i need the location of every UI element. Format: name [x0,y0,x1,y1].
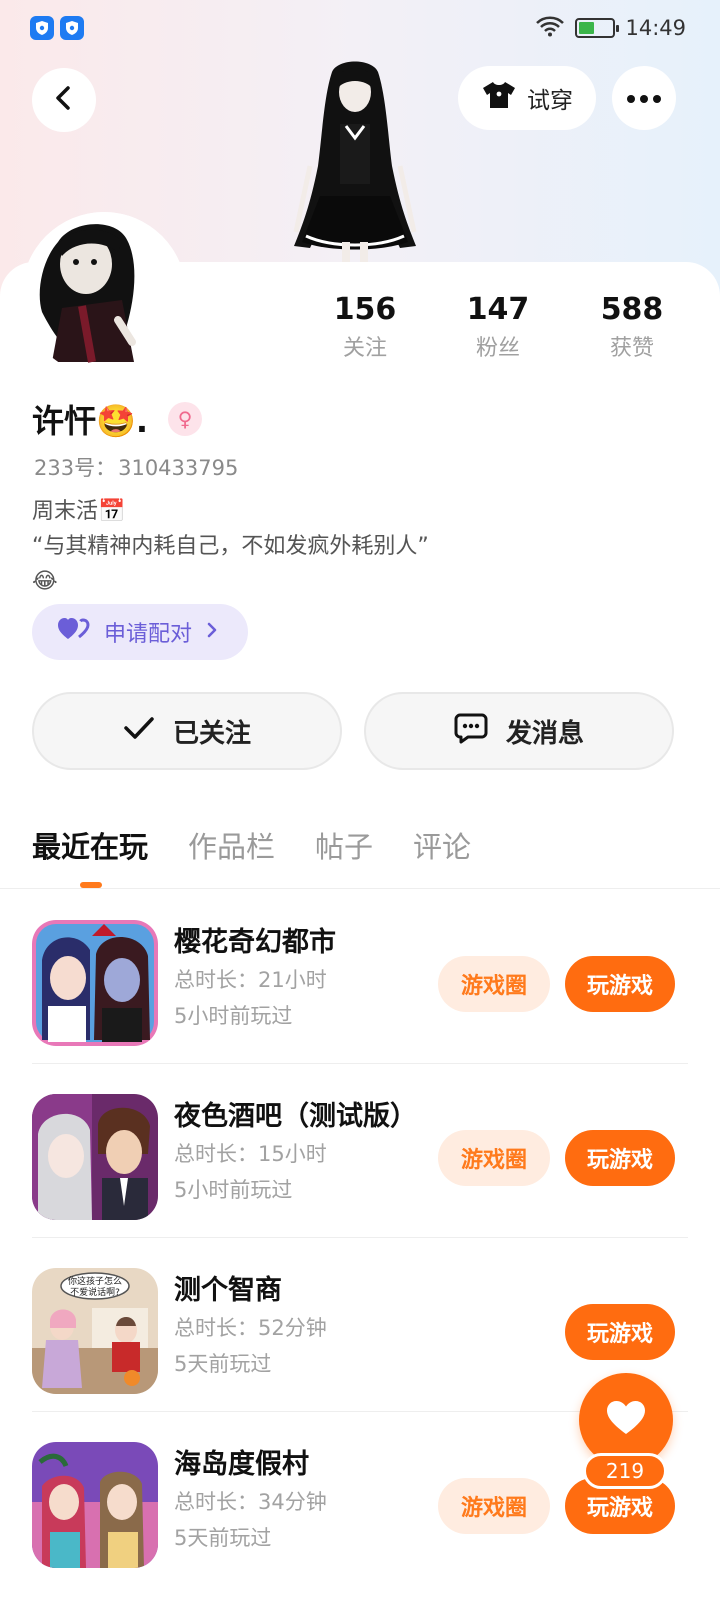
bio: 周末活📅 “与其精神内耗自己，不如发疯外耗别人” 😂 [32,494,429,599]
speech-bubble-text: 你这孩子怎么 [68,1275,122,1287]
chat-bubble-icon [454,712,488,751]
stat-following[interactable]: 156 关注 [305,290,425,366]
shield-icon [60,16,84,40]
username: 许忓🤩. [32,402,149,440]
game-name: 夜色酒吧（测试版） [174,1101,417,1132]
stat-value: 147 [466,292,530,327]
tshirt-icon [481,80,517,116]
shield-icon [30,16,54,40]
game-item[interactable]: 樱花奇幻都市 总时长：21小时 5小时前玩过 游戏圈 玩游戏 [0,892,720,1064]
followed-label: 已关注 [172,718,251,749]
uid-value: 310433795 [118,456,239,480]
game-item[interactable]: 夜色酒吧（测试版） 总时长：15小时 5小时前玩过 游戏圈 玩游戏 [0,1066,720,1238]
message-label: 发消息 [505,718,584,749]
stat-value: 588 [600,292,664,327]
avatar[interactable] [22,212,186,376]
game-last-played: 5小时前玩过 [174,1004,293,1028]
status-time: 14:49 [625,16,686,40]
profile-tabs: 最近在玩 作品栏 帖子 评论 [32,824,471,866]
stat-label: 粉丝 [475,336,520,361]
try-on-label: 试穿 [527,88,573,114]
speech-bubble-text: 不爱说话啊? [70,1286,120,1298]
heart-icon [606,1400,646,1440]
request-pair-button[interactable]: 申请配对 [32,604,248,660]
divider [0,888,720,889]
female-icon: ♀ [168,402,203,436]
game-playtime: 总时长：15小时 [174,1142,327,1166]
game-circle-button[interactable]: 游戏圈 [438,1130,550,1186]
game-icon-image[interactable] [32,1094,158,1220]
check-icon [123,715,155,748]
play-game-button[interactable]: 玩游戏 [565,1130,675,1186]
user-id[interactable]: 233号：310433795 [32,452,238,482]
divider [32,1063,688,1064]
chevron-right-icon [206,620,218,645]
stat-label: 关注 [342,336,387,361]
game-circle-button[interactable]: 游戏圈 [438,956,550,1012]
tab-works[interactable]: 作品栏 [188,824,275,866]
pair-label: 申请配对 [104,622,193,647]
more-button[interactable] [612,66,676,130]
stat-label: 获赞 [609,336,654,361]
battery-fill [579,22,594,34]
status-bar: 14:49 [0,0,720,56]
like-count: 219 [583,1453,667,1489]
bio-line: “与其精神内耗自己，不如发疯外耗别人” [32,534,429,559]
play-game-button[interactable]: 玩游戏 [565,956,675,1012]
game-circle-button[interactable]: 游戏圈 [438,1478,550,1534]
game-last-played: 5天前玩过 [174,1526,272,1550]
game-playtime: 总时长：52分钟 [174,1316,327,1340]
bio-line: 😂 [32,569,58,594]
game-icon-image[interactable] [32,1442,158,1568]
back-button[interactable] [32,68,96,132]
tab-comments[interactable]: 评论 [413,824,471,866]
avatar-character-figure[interactable] [280,56,430,268]
divider [32,1237,688,1238]
stat-followers[interactable]: 147 粉丝 [438,290,558,366]
wifi-icon [535,15,565,42]
tab-posts[interactable]: 帖子 [315,824,373,866]
send-message-button[interactable]: 发消息 [364,692,674,770]
battery-icon [575,18,620,38]
game-last-played: 5小时前玩过 [174,1178,293,1202]
followed-button[interactable]: 已关注 [32,692,342,770]
username-row: 许忓🤩. ♀ [32,396,203,442]
back-arrow-icon [52,84,76,116]
stat-value: 156 [333,292,397,327]
more-dots-icon [626,89,662,108]
game-icon-image[interactable] [32,920,158,1046]
game-last-played: 5天前玩过 [174,1352,272,1376]
bio-line: 周末活📅 [32,499,126,524]
game-playtime: 总时长：21小时 [174,968,327,992]
game-icon-image[interactable]: 你这孩子怎么 不爱说话啊? [32,1268,158,1394]
double-heart-icon [58,617,90,647]
game-playtime: 总时长：34分钟 [174,1490,327,1514]
play-game-button[interactable]: 玩游戏 [565,1304,675,1360]
game-name: 海岛度假村 [174,1449,309,1480]
stat-likes[interactable]: 588 获赞 [572,290,692,366]
tab-recently-played[interactable]: 最近在玩 [32,824,148,866]
game-name: 樱花奇幻都市 [174,927,336,958]
game-name: 测个智商 [174,1275,282,1306]
uid-label: 233号： [34,456,117,480]
try-on-button[interactable]: 试穿 [458,66,596,130]
